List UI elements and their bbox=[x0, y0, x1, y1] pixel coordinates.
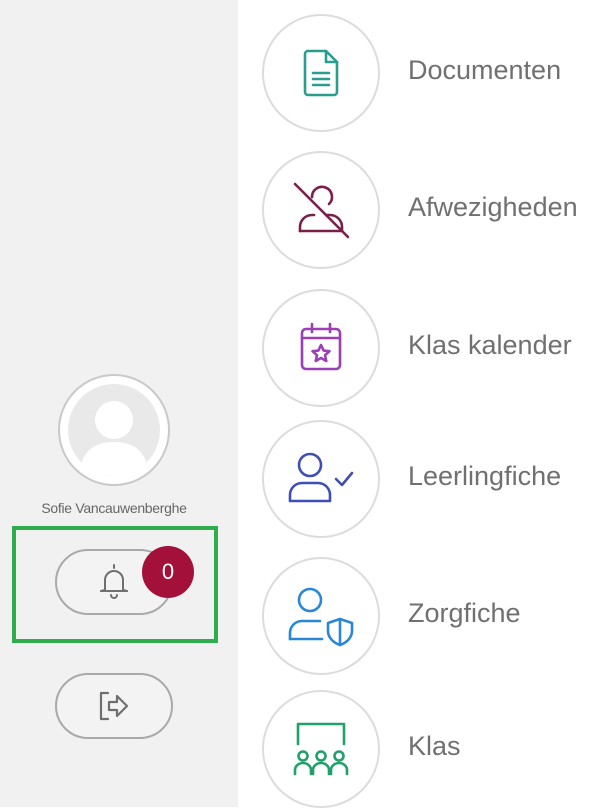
classroom-icon bbox=[288, 718, 354, 780]
user-name: Sofie Vancauwenberghe bbox=[41, 500, 187, 516]
menu-item-klas-kalender[interactable]: Klas kalender bbox=[262, 289, 602, 407]
logout-arrow-icon bbox=[93, 685, 135, 727]
menu-item-afwezigheden[interactable]: Afwezigheden bbox=[262, 151, 602, 269]
menu-label: Afwezigheden bbox=[408, 192, 578, 222]
menu-label: Zorgfiche bbox=[408, 598, 521, 628]
user-silhouette-icon bbox=[68, 384, 160, 476]
bell-icon bbox=[92, 560, 136, 604]
menu-icon-circle bbox=[262, 420, 380, 538]
avatar[interactable] bbox=[58, 374, 170, 486]
menu-icon-circle bbox=[262, 557, 380, 675]
menu-icon-circle bbox=[262, 690, 380, 808]
menu-icon-circle bbox=[262, 151, 380, 269]
menu-item-leerlingfiche[interactable]: Leerlingfiche bbox=[262, 420, 602, 538]
menu-icon-circle bbox=[262, 289, 380, 407]
menu-label: Documenten bbox=[408, 55, 562, 85]
person-shield-icon bbox=[284, 585, 358, 647]
notification-count-badge: 0 bbox=[142, 546, 194, 598]
calendar-star-icon bbox=[296, 321, 346, 375]
menu-label: Klas bbox=[408, 731, 461, 761]
absent-person-icon bbox=[286, 175, 356, 245]
menu-item-klas[interactable]: Klas bbox=[262, 690, 602, 808]
menu-item-documenten[interactable]: Documenten bbox=[262, 14, 602, 132]
menu-icon-circle bbox=[262, 14, 380, 132]
sidebar: Sofie Vancauwenberghe 0 bbox=[0, 0, 238, 807]
logout-button[interactable] bbox=[55, 673, 173, 739]
person-check-icon bbox=[284, 449, 358, 509]
document-icon bbox=[299, 48, 343, 98]
menu-label: Leerlingfiche bbox=[408, 461, 562, 491]
menu-item-zorgfiche[interactable]: Zorgfiche bbox=[262, 557, 602, 675]
menu-label: Klas kalender bbox=[408, 330, 572, 360]
